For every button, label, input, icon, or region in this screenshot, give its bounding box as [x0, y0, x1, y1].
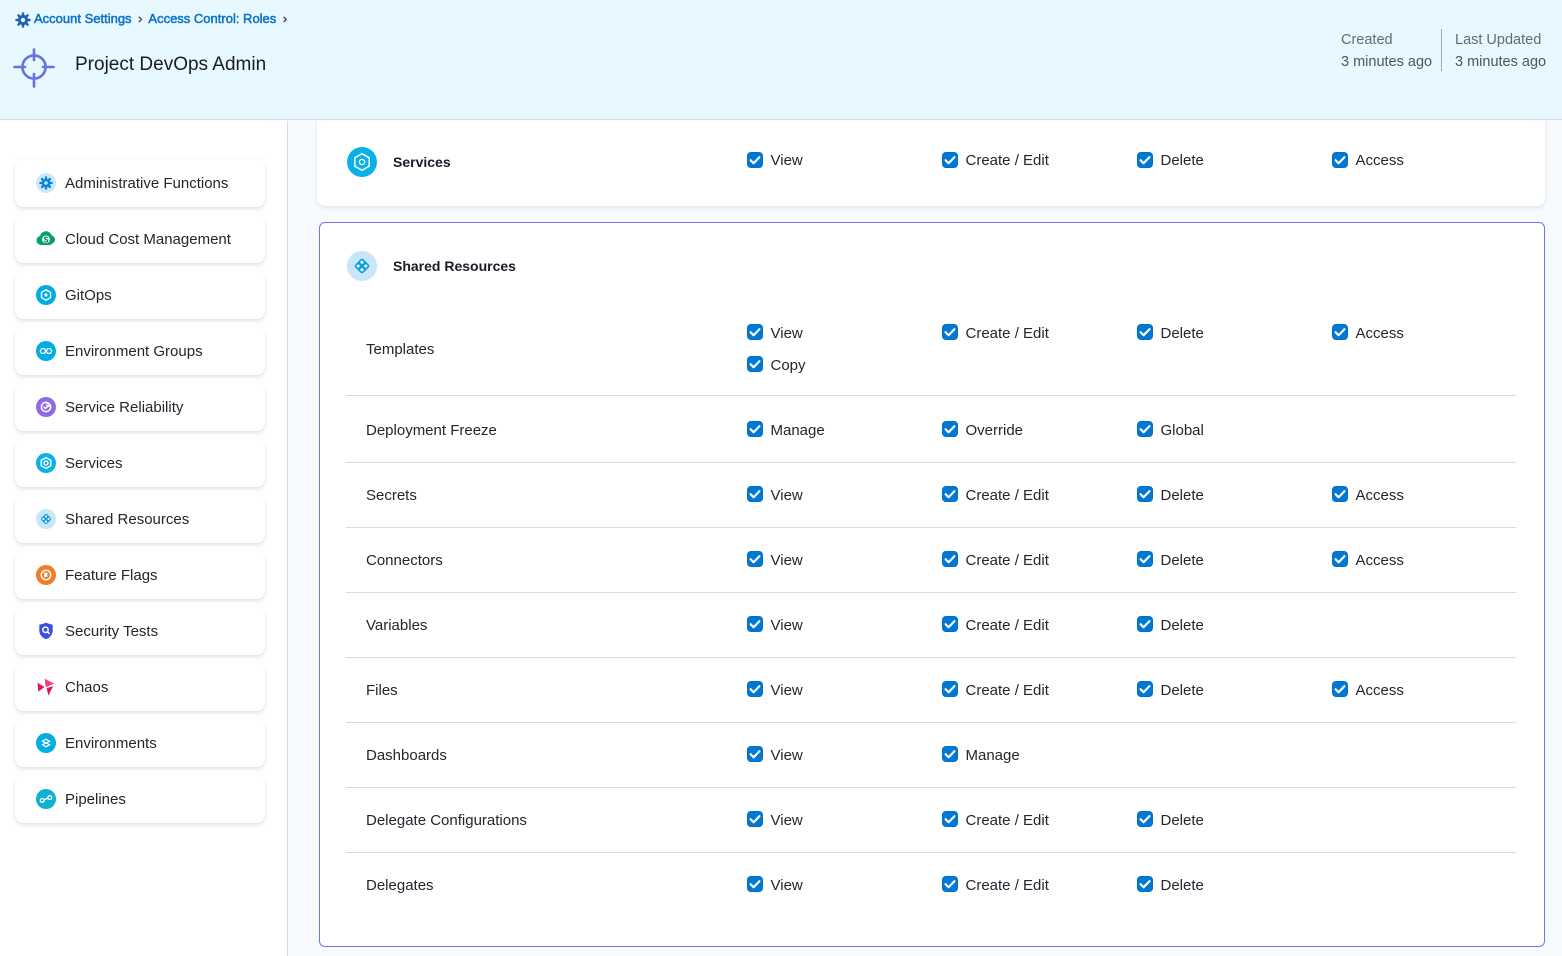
svg-text:$: $ — [44, 235, 49, 244]
